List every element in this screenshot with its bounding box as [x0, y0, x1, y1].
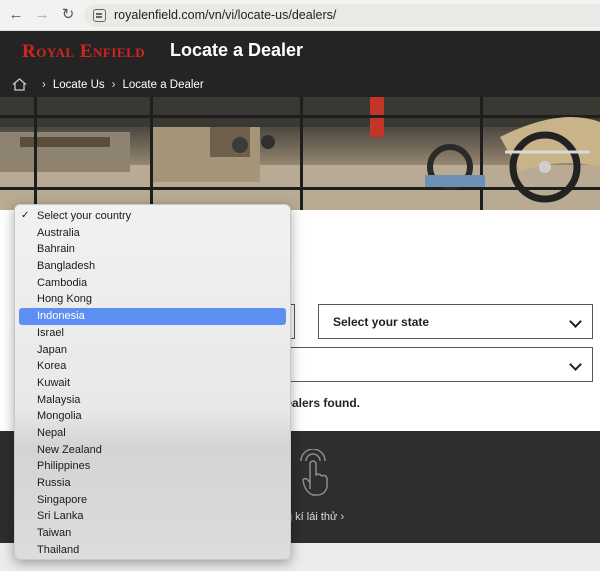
page-title: Locate a Dealer: [170, 40, 304, 60]
state-select[interactable]: Select your state: [318, 304, 593, 339]
dropdown-option[interactable]: Malaysia: [19, 392, 286, 409]
breadcrumb-chevron-icon: ›: [42, 78, 46, 91]
city-select[interactable]: [258, 347, 593, 382]
back-arrow-icon[interactable]: ←: [7, 6, 25, 24]
dropdown-option-highlighted[interactable]: Indonesia: [19, 308, 286, 325]
reload-icon[interactable]: ↻: [59, 6, 77, 24]
site-settings-icon[interactable]: [93, 9, 106, 22]
dropdown-option[interactable]: Mongolia: [19, 408, 286, 425]
breadcrumb-locate-us[interactable]: Locate Us: [53, 79, 105, 91]
chevron-down-icon: [569, 358, 582, 371]
dropdown-option[interactable]: Bahrain: [19, 241, 286, 258]
dropdown-option[interactable]: Australia: [19, 225, 286, 242]
dropdown-option[interactable]: Select your country: [19, 208, 286, 225]
state-select-label: Select your state: [333, 315, 430, 329]
dropdown-option[interactable]: Singapore: [19, 492, 286, 509]
dropdown-option[interactable]: Japan: [19, 342, 286, 359]
address-bar[interactable]: royalenfield.com/vn/vi/locate-us/dealers…: [84, 4, 600, 27]
dropdown-option[interactable]: Cambodia: [19, 275, 286, 292]
dropdown-option[interactable]: Thailand: [19, 542, 286, 559]
breadcrumb: › Locate Us › Locate a Dealer: [12, 78, 204, 91]
dropdown-option[interactable]: Sri Lanka: [19, 508, 286, 525]
dropdown-option[interactable]: Kuwait: [19, 375, 286, 392]
tap-hand-icon: [295, 448, 331, 502]
breadcrumb-chevron-icon: ›: [111, 78, 116, 91]
dropdown-option[interactable]: Hong Kong: [19, 291, 286, 308]
site-header: Royal Enfield Locate a Dealer › Locate U…: [0, 31, 600, 97]
country-dropdown-list[interactable]: Select your country Australia Bahrain Ba…: [14, 204, 291, 560]
chevron-down-icon: [569, 315, 582, 328]
royal-enfield-logo[interactable]: Royal Enfield: [22, 41, 145, 63]
hero-showroom-image: [0, 97, 600, 210]
test-ride-link[interactable]: g kí lái thử ›: [286, 511, 344, 523]
dropdown-option[interactable]: Taiwan: [19, 525, 286, 542]
dropdown-option[interactable]: Nepal: [19, 425, 286, 442]
dropdown-option[interactable]: New Zealand: [19, 442, 286, 459]
breadcrumb-locate-dealer: Locate a Dealer: [122, 78, 204, 91]
dropdown-option[interactable]: Philippines: [19, 458, 286, 475]
home-icon[interactable]: [12, 78, 27, 91]
dropdown-option[interactable]: Russia: [19, 475, 286, 492]
dropdown-option[interactable]: Korea: [19, 358, 286, 375]
browser-toolbar: ← → ↻ royalenfield.com/vn/vi/locate-us/d…: [0, 0, 600, 31]
dropdown-option[interactable]: Bangladesh: [19, 258, 286, 275]
forward-arrow-icon[interactable]: →: [33, 6, 51, 24]
dropdown-option[interactable]: Israel: [19, 325, 286, 342]
url-text: royalenfield.com/vn/vi/locate-us/dealers…: [114, 8, 337, 22]
